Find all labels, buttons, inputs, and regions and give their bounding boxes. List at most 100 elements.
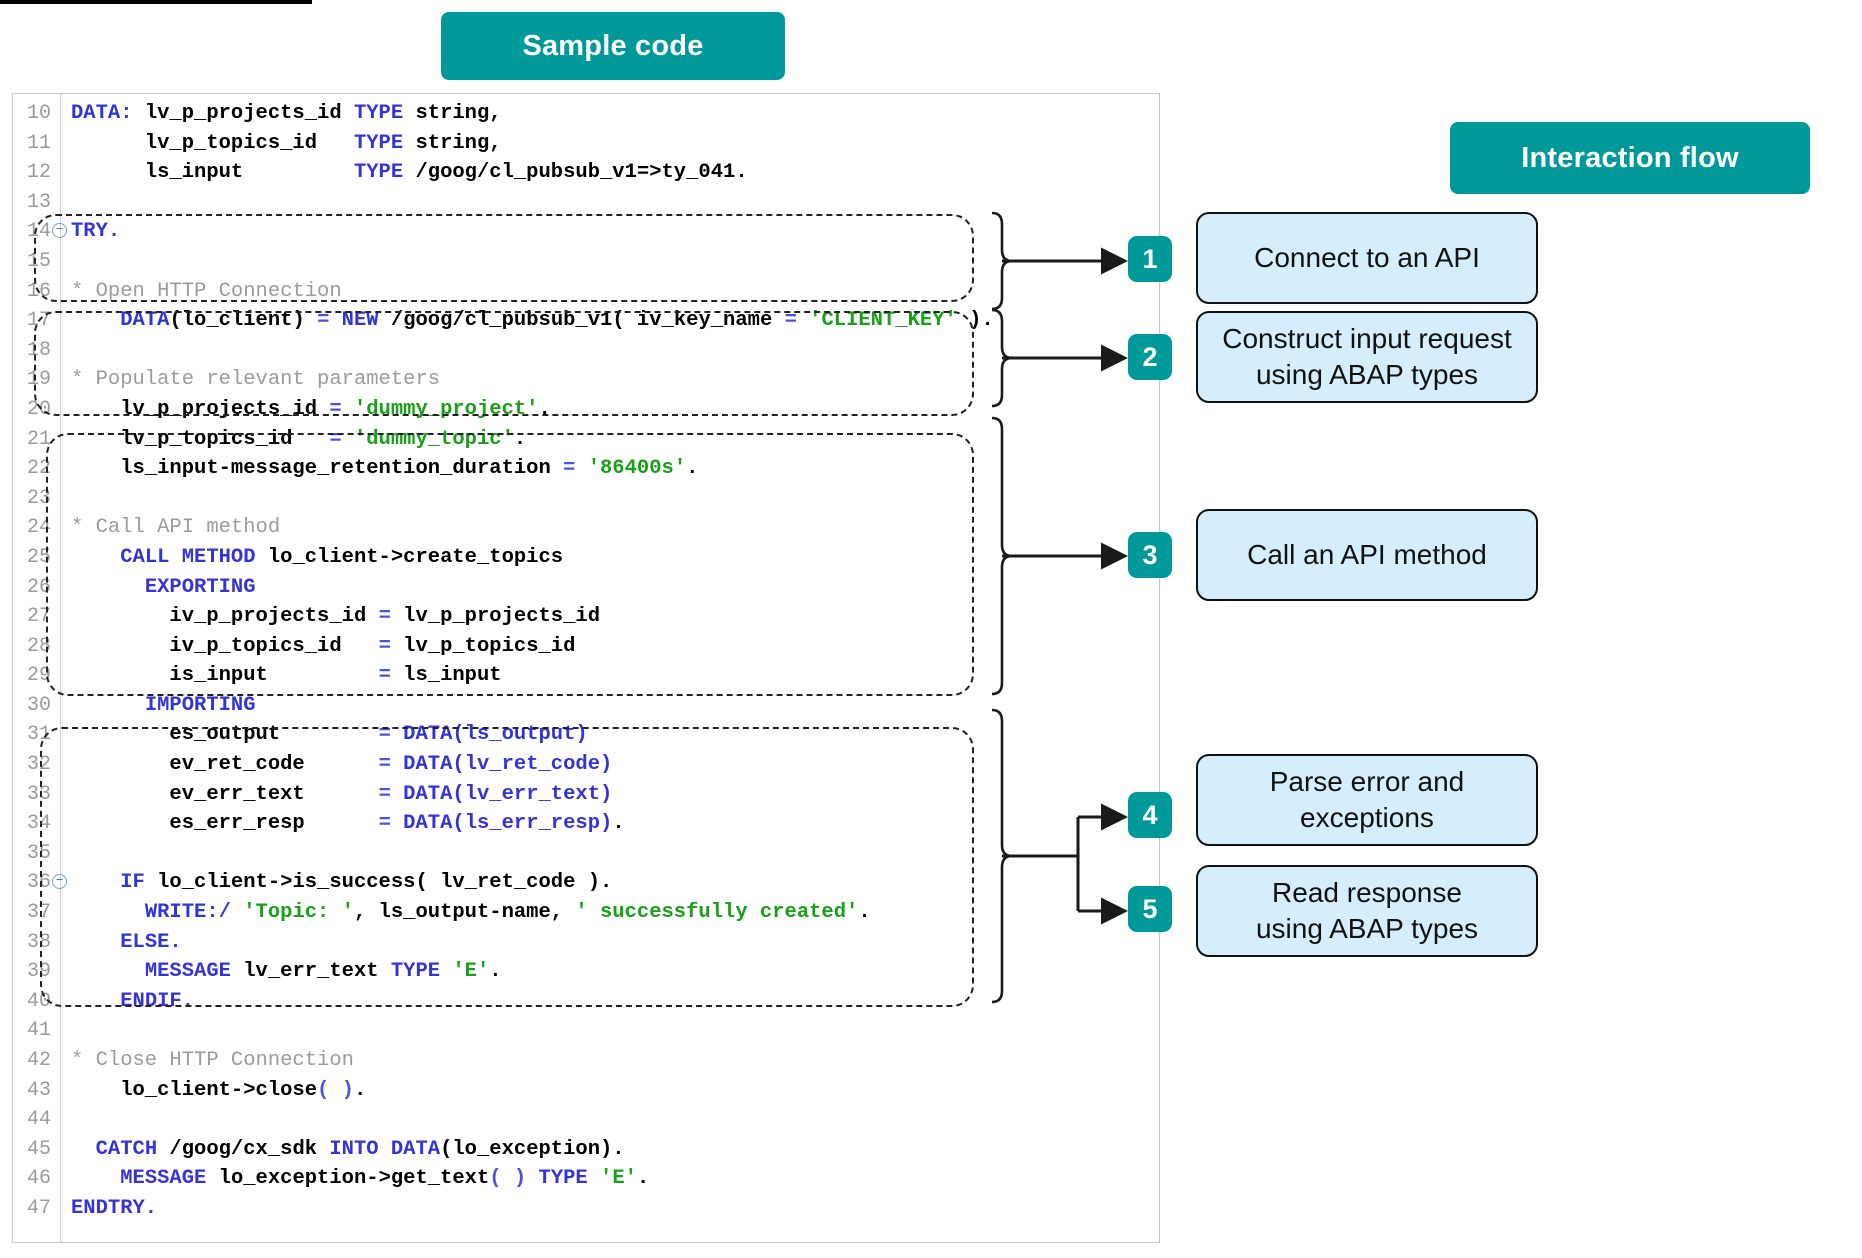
code-line[interactable]: 32 ev_ret_code = DATA(lv_ret_code) (13, 750, 1159, 780)
code-line-text: ev_err_text = DATA(lv_err_text) (71, 780, 612, 810)
code-line[interactable]: 42 * Close HTTP Connection (13, 1046, 1159, 1076)
code-line[interactable]: 21 lv_p_topics_id = 'dummy_topic'. (13, 425, 1159, 455)
code-line-text: ev_ret_code = DATA(lv_ret_code) (71, 750, 612, 780)
code-line-text: iv_p_topics_id = lv_p_topics_id (71, 632, 575, 662)
code-line[interactable]: 31 es_output = DATA(ls_output) (13, 720, 1159, 750)
code-fold-toggle-icon[interactable] (52, 874, 67, 889)
line-number: 25 (13, 543, 51, 573)
flow-box-parse-error-exceptions: Parse error andexceptions (1196, 754, 1538, 846)
code-line[interactable]: 13 (13, 188, 1159, 218)
code-line-text: lo_client->close( ). (71, 1076, 366, 1106)
code-line[interactable]: 33 ev_err_text = DATA(lv_err_text) (13, 780, 1159, 810)
step-number: 1 (1142, 244, 1157, 275)
code-line[interactable]: 28 iv_p_topics_id = lv_p_topics_id (13, 632, 1159, 662)
line-number: 42 (13, 1046, 51, 1076)
code-line[interactable]: 30 IMPORTING (13, 691, 1159, 721)
code-line[interactable]: 26 EXPORTING (13, 573, 1159, 603)
code-line-text: * Close HTTP Connection (71, 1046, 354, 1076)
code-line-text: MESSAGE lo_exception->get_text( ) TYPE '… (71, 1164, 649, 1194)
code-line[interactable]: 23 (13, 484, 1159, 514)
flow-box-read-response: Read responseusing ABAP types (1196, 865, 1538, 957)
code-line[interactable]: 22 ls_input-message_retention_duration =… (13, 454, 1159, 484)
flow-box-connect-to-api: Connect to an API (1196, 212, 1538, 304)
code-line-text: WRITE:/ 'Topic: ', ls_output-name, ' suc… (71, 898, 871, 928)
code-line[interactable]: 40 ENDIF. (13, 987, 1159, 1017)
code-line[interactable]: 25 CALL METHOD lo_client->create_topics (13, 543, 1159, 573)
code-line-text: CATCH /goog/cx_sdk INTO DATA(lo_exceptio… (71, 1135, 625, 1165)
line-number: 26 (13, 573, 51, 603)
flow-box-construct-input-request: Construct input requestusing ABAP types (1196, 311, 1538, 403)
line-number: 13 (13, 188, 51, 218)
flow-box-label: Construct input requestusing ABAP types (1222, 321, 1512, 393)
code-line-text: EXPORTING (71, 573, 256, 603)
line-number: 12 (13, 158, 51, 188)
code-line[interactable]: 44 (13, 1105, 1159, 1135)
code-line-text: * Populate relevant parameters (71, 365, 440, 395)
line-number: 20 (13, 395, 51, 425)
code-line[interactable]: 27 iv_p_projects_id = lv_p_projects_id (13, 602, 1159, 632)
code-line[interactable]: 46 MESSAGE lo_exception->get_text( ) TYP… (13, 1164, 1159, 1194)
code-line[interactable]: 15 (13, 247, 1159, 277)
code-line[interactable]: 34 es_err_resp = DATA(ls_err_resp). (13, 809, 1159, 839)
step-badge-2: 2 (1128, 334, 1172, 380)
code-line[interactable]: 19* Populate relevant parameters (13, 365, 1159, 395)
line-number: 33 (13, 780, 51, 810)
line-number: 45 (13, 1135, 51, 1165)
code-line-text: DATA(lo_client) = NEW /goog/cl_pubsub_v1… (71, 306, 994, 336)
code-line[interactable]: 43 lo_client->close( ). (13, 1076, 1159, 1106)
code-line[interactable]: 20 lv_p_projects_id = 'dummy_project'. (13, 395, 1159, 425)
code-line[interactable]: 12 ls_input TYPE /goog/cl_pubsub_v1=>ty_… (13, 158, 1159, 188)
line-number: 21 (13, 425, 51, 455)
line-number: 43 (13, 1076, 51, 1106)
flow-box-call-api-method: Call an API method (1196, 509, 1538, 601)
code-line[interactable]: 41 (13, 1016, 1159, 1046)
step-badge-1: 1 (1128, 236, 1172, 282)
line-number: 39 (13, 957, 51, 987)
line-number: 17 (13, 306, 51, 336)
line-number: 15 (13, 247, 51, 277)
line-number: 37 (13, 898, 51, 928)
code-line[interactable]: 18 (13, 336, 1159, 366)
code-line-text: TRY. (71, 217, 120, 247)
code-line-text: lv_p_projects_id = 'dummy_project'. (71, 395, 551, 425)
code-line[interactable]: 11 lv_p_topics_id TYPE string, (13, 129, 1159, 159)
code-line[interactable]: 38 ELSE. (13, 928, 1159, 958)
code-line-list: 10 DATA: lv_p_projects_id TYPE string,11 … (13, 99, 1159, 1224)
top-divider-rule (0, 0, 312, 4)
flow-box-label: Read responseusing ABAP types (1256, 875, 1478, 947)
code-line[interactable]: 14TRY. (13, 217, 1159, 247)
code-line[interactable]: 16* Open HTTP Connection (13, 277, 1159, 307)
code-line[interactable]: 36 IF lo_client->is_success( lv_ret_code… (13, 868, 1159, 898)
code-line-text: es_output = DATA(ls_output) (71, 720, 588, 750)
code-line[interactable]: 37 WRITE:/ 'Topic: ', ls_output-name, ' … (13, 898, 1159, 928)
step-number: 2 (1142, 342, 1157, 373)
step-number: 5 (1142, 894, 1157, 925)
code-line-text: DATA: lv_p_projects_id TYPE string, (71, 99, 502, 129)
line-number: 23 (13, 484, 51, 514)
flow-box-label: Call an API method (1247, 537, 1487, 573)
line-number: 10 (13, 99, 51, 129)
code-line[interactable]: 35 (13, 839, 1159, 869)
code-line[interactable]: 17 DATA(lo_client) = NEW /goog/cl_pubsub… (13, 306, 1159, 336)
code-fold-toggle-icon[interactable] (52, 223, 67, 238)
step-number: 4 (1142, 800, 1157, 831)
code-line[interactable]: 45 CATCH /goog/cx_sdk INTO DATA(lo_excep… (13, 1135, 1159, 1165)
code-line[interactable]: 47ENDTRY. (13, 1194, 1159, 1224)
code-line[interactable]: 29 is_input = ls_input (13, 661, 1159, 691)
flow-box-label: Parse error andexceptions (1270, 764, 1465, 836)
line-number: 46 (13, 1164, 51, 1194)
code-line-text: IMPORTING (71, 691, 256, 721)
line-number: 27 (13, 602, 51, 632)
code-line[interactable]: 39 MESSAGE lv_err_text TYPE 'E'. (13, 957, 1159, 987)
step-number: 3 (1142, 540, 1157, 571)
code-line-text: MESSAGE lv_err_text TYPE 'E'. (71, 957, 502, 987)
code-line[interactable]: 10 DATA: lv_p_projects_id TYPE string, (13, 99, 1159, 129)
code-line-text: * Open HTTP Connection (71, 277, 342, 307)
code-line[interactable]: 24* Call API method (13, 513, 1159, 543)
code-line-text: lv_p_topics_id TYPE string, (71, 129, 502, 159)
code-editor-panel[interactable]: 10 DATA: lv_p_projects_id TYPE string,11 … (12, 93, 1160, 1243)
line-number: 47 (13, 1194, 51, 1224)
code-line-text: ls_input-message_retention_duration = '8… (71, 454, 698, 484)
step-badge-3: 3 (1128, 532, 1172, 578)
code-line-text: lv_p_topics_id = 'dummy_topic'. (71, 425, 526, 455)
